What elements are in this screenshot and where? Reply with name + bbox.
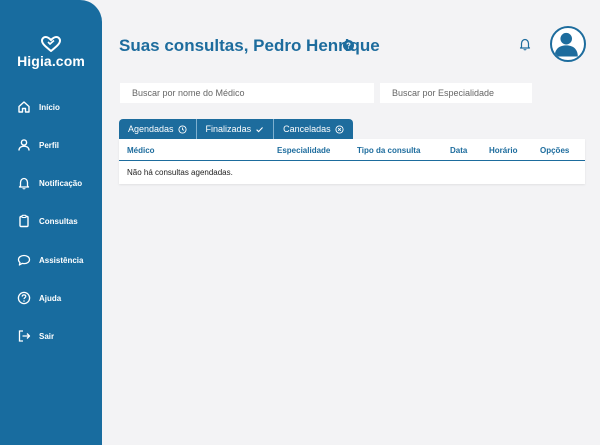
logo-text: Higia.com bbox=[17, 53, 85, 69]
tab-canceladas[interactable]: Canceladas bbox=[274, 119, 353, 139]
column-header[interactable]: Tipo da consulta bbox=[357, 146, 420, 155]
tab-finalizadas[interactable]: Finalizadas bbox=[196, 119, 275, 139]
search-specialty-input[interactable] bbox=[380, 83, 532, 103]
sidebar-item-ajuda[interactable]: Ajuda bbox=[0, 288, 102, 310]
check-icon bbox=[255, 125, 264, 134]
sidebar-item-label: Assistência bbox=[39, 256, 84, 265]
home-icon bbox=[17, 100, 31, 114]
column-header[interactable]: Opções bbox=[540, 146, 569, 155]
appointments-table: Médico Especialidade Tipo da consulta Da… bbox=[119, 139, 585, 184]
chat-icon bbox=[17, 253, 31, 267]
tab-label: Finalizadas bbox=[205, 124, 252, 134]
appointment-tabs: Agendadas Finalizadas Canceladas bbox=[119, 119, 353, 139]
sidebar-item-perfil[interactable]: Perfil bbox=[0, 135, 102, 157]
tab-label: Canceladas bbox=[283, 124, 331, 134]
sidebar-item-consultas[interactable]: Consultas bbox=[0, 211, 102, 233]
heart-logo-icon bbox=[41, 36, 61, 52]
sidebar-item-label: Consultas bbox=[39, 217, 78, 226]
question-circle-icon[interactable] bbox=[343, 40, 354, 51]
logo[interactable]: Higia.com bbox=[0, 36, 102, 71]
sidebar-item-label: Perfil bbox=[39, 141, 60, 150]
avatar[interactable] bbox=[550, 26, 586, 62]
search-doctor-input[interactable] bbox=[120, 83, 374, 103]
help-icon bbox=[17, 291, 31, 305]
user-icon bbox=[17, 138, 31, 152]
column-header[interactable]: Horário bbox=[489, 146, 517, 155]
user-avatar-icon bbox=[554, 32, 578, 57]
table-header: Médico Especialidade Tipo da consulta Da… bbox=[119, 139, 585, 161]
sidebar-item-notificacao[interactable]: Notificação bbox=[0, 173, 102, 195]
column-header[interactable]: Data bbox=[450, 146, 467, 155]
sidebar-item-label: Sair bbox=[39, 332, 55, 341]
clock-icon bbox=[177, 124, 187, 134]
clipboard-icon bbox=[17, 214, 31, 228]
page-title: Suas consultas, Pedro Henrique bbox=[119, 36, 380, 55]
notification-bell-icon[interactable] bbox=[518, 37, 532, 51]
bell-icon bbox=[17, 176, 31, 190]
tab-label: Agendadas bbox=[128, 124, 174, 134]
sidebar-item-sair[interactable]: Sair bbox=[0, 326, 102, 348]
sidebar-item-label: Ajuda bbox=[39, 294, 62, 303]
sidebar-item-inicio[interactable]: Início bbox=[0, 97, 102, 119]
sidebar-item-label: Notificação bbox=[39, 179, 83, 188]
column-header[interactable]: Especialidade bbox=[277, 146, 330, 155]
empty-state-message: Não há consultas agendadas. bbox=[127, 168, 233, 177]
column-header[interactable]: Médico bbox=[127, 146, 155, 155]
sidebar-item-assistencia[interactable]: Assistência bbox=[0, 250, 102, 272]
x-circle-icon bbox=[335, 124, 344, 134]
tab-agendadas[interactable]: Agendadas bbox=[119, 119, 197, 139]
logout-icon bbox=[17, 329, 31, 343]
sidebar-item-label: Início bbox=[39, 103, 60, 112]
sidebar: Higia.com Início Perfil Notificação Cons… bbox=[0, 0, 102, 445]
